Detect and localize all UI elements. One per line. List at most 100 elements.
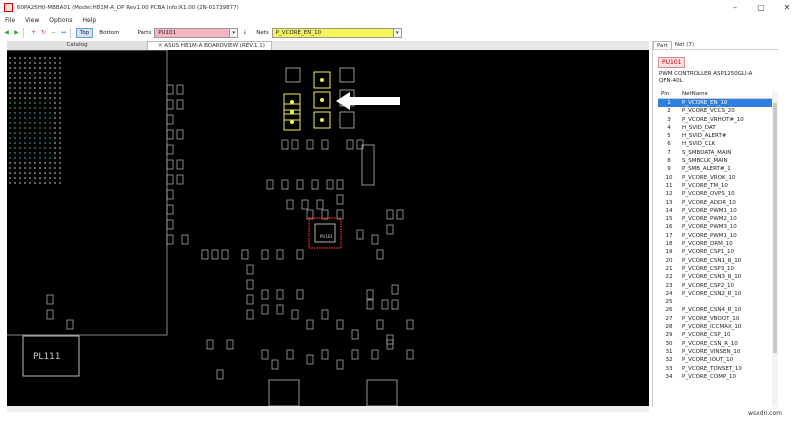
pad-dot <box>59 182 61 184</box>
pin-row[interactable]: 14 P_VCORE_PWM1_10 <box>658 207 772 215</box>
component <box>406 349 414 360</box>
pin-row[interactable]: 5 H_SVID_ALERT# <box>658 132 772 140</box>
pin-row[interactable]: 26 P_VCORE_CSN4_R_10 <box>658 306 772 314</box>
pin-row[interactable]: 1 P_VCORE_EN_10 <box>658 99 772 108</box>
menu-file[interactable]: File <box>0 17 20 24</box>
component <box>291 139 299 150</box>
pad-dot <box>19 82 21 84</box>
pin-row[interactable]: 4 H_SVID_DAT <box>658 124 772 132</box>
pin-row[interactable]: 30 P_VCORE_CSN_R_10 <box>658 340 772 348</box>
pin-row[interactable]: 33 P_VCORE_TONSET_10 <box>658 365 772 373</box>
zoom-in-icon[interactable]: + <box>30 29 37 36</box>
board-outline <box>7 50 168 336</box>
tab-net[interactable]: Net (7) <box>672 41 697 49</box>
pad-dot <box>59 102 61 104</box>
pin-row[interactable]: 11 P_VCORE_TM_10 <box>658 182 772 190</box>
tab-boardview[interactable]: ✕ ASUS H81M-A BOARDVIEW (REV.1.1) <box>147 41 272 50</box>
horizontal-scrollbar[interactable] <box>7 406 649 412</box>
pad-dot <box>24 62 26 64</box>
pad-dot <box>54 82 56 84</box>
pad-dot <box>29 92 31 94</box>
component <box>286 349 294 360</box>
component <box>366 379 398 406</box>
menu-options[interactable]: Options <box>44 17 77 24</box>
tab-close-icon[interactable]: ✕ <box>158 43 163 49</box>
board-view[interactable]: PL111 PU101 <box>7 50 649 406</box>
pin-row[interactable]: 34 P_VCORE_COMP_10 <box>658 373 772 381</box>
pin-row[interactable]: 21 P_VCORE_CSP3_10 <box>658 265 772 273</box>
net-pin <box>320 78 324 82</box>
pin-row[interactable]: 17 P_VCORE_PWM1_10 <box>658 232 772 240</box>
pin-row[interactable]: 27 P_VCORE_VBOOT_10 <box>658 315 772 323</box>
pin-row[interactable]: 10 P_VCORE_VROK_10 <box>658 174 772 182</box>
bottom-side-button[interactable]: Bottom <box>95 28 123 38</box>
fit-icon[interactable]: ↔ <box>60 29 67 36</box>
pad-dot <box>34 67 36 69</box>
back-icon[interactable]: ◀ <box>3 29 10 36</box>
pin-row[interactable]: 2 P_VCORE_VCCS_20 <box>658 107 772 115</box>
nets-input[interactable]: P_VCORE_EN_10 <box>271 27 394 38</box>
component <box>246 294 254 305</box>
pin-net-name: S_SMBDATA_MAIN <box>682 149 732 156</box>
pad-dot <box>44 167 46 169</box>
pin-row[interactable]: 24 P_VCORE_CSN2_R_10 <box>658 290 772 298</box>
maximize-button[interactable]: ▢ <box>748 0 774 15</box>
pad-dot <box>59 147 61 149</box>
pin-row[interactable]: 25 <box>658 298 772 306</box>
pin-row[interactable]: 6 H_SVID_CLK <box>658 140 772 148</box>
pin-row[interactable]: 29 P_VCORE_CSP_10 <box>658 331 772 339</box>
part-panel: Part Net (7) PU101 PWM CONTROLLER ASP125… <box>652 41 778 407</box>
pin-row[interactable]: 3 P_VCORE_VRHOT#_10 <box>658 116 772 124</box>
tab-catalog[interactable]: Catalog <box>7 41 147 50</box>
nets-label: Nets <box>256 29 269 36</box>
pad-dot <box>19 62 21 64</box>
nets-dropdown-icon[interactable]: ▾ <box>393 27 402 38</box>
pin-row[interactable]: 28 P_VCORE_ICCMAX_10 <box>658 323 772 331</box>
column-header-pin[interactable]: Pin <box>658 91 680 98</box>
net-pin <box>290 110 294 114</box>
pin-row[interactable]: 22 P_VCORE_CSN3_R_10 <box>658 273 772 281</box>
pin-row[interactable]: 7 S_SMBDATA_MAIN <box>658 149 772 157</box>
pad-dot <box>19 122 21 124</box>
pin-row[interactable]: 19 P_VCORE_CSP1_10 <box>658 248 772 256</box>
minimize-button[interactable]: – <box>722 0 748 15</box>
column-header-netname[interactable]: NetName <box>680 91 772 98</box>
pin-table: Pin NetName 1 P_VCORE_EN_10 2 P_VCORE_VCCS_… <box>658 91 772 381</box>
rotate-icon[interactable]: ↻ <box>40 29 47 36</box>
close-button[interactable]: ✕ <box>774 0 800 15</box>
pad-dot <box>34 137 36 139</box>
tab-part[interactable]: Part <box>653 41 672 49</box>
scrollbar-thumb[interactable] <box>773 103 777 353</box>
minus-icon[interactable]: − <box>50 29 57 36</box>
forward-icon[interactable]: ▶ <box>13 29 20 36</box>
pad-dot <box>49 137 51 139</box>
component <box>281 139 289 150</box>
pad-dot <box>19 132 21 134</box>
pin-row[interactable]: 15 P_VCORE_PWM2_10 <box>658 215 772 223</box>
pad-dot <box>59 152 61 154</box>
pin-row[interactable]: 18 P_VCORE_DRM_10 <box>658 240 772 248</box>
pin-row[interactable]: 13 P_VCORE_ADDR_10 <box>658 199 772 207</box>
pin-row[interactable]: 9 P_SMB_ALERT#_1 <box>658 165 772 173</box>
menu-view[interactable]: View <box>20 17 44 24</box>
pin-row[interactable]: 31 P_VCORE_VINSEN_10 <box>658 348 772 356</box>
menu-help[interactable]: Help <box>77 17 101 24</box>
pad-dot <box>49 162 51 164</box>
parts-input[interactable]: PU101 <box>154 27 231 38</box>
pin-row[interactable]: 23 P_VCORE_CSP2_10 <box>658 282 772 290</box>
pin-row[interactable]: 32 P_VCORE_IOUT_10 <box>658 356 772 364</box>
pin-row[interactable]: 20 P_VCORE_CSN1_R_10 <box>658 257 772 265</box>
pad-dot <box>59 67 61 69</box>
vertical-scrollbar[interactable] <box>772 91 778 407</box>
top-side-button[interactable]: Top <box>76 27 94 38</box>
pad-dot <box>39 157 41 159</box>
pin-row[interactable]: 8 S_SMBCLK_MAIN <box>658 157 772 165</box>
parts-search-icon[interactable]: ↓ <box>241 29 248 36</box>
pad-dot <box>44 57 46 59</box>
component <box>386 339 394 350</box>
pin-row[interactable]: 16 P_VCORE_PWM3_10 <box>658 223 772 231</box>
pad-dot <box>49 112 51 114</box>
pin-number: 12 <box>665 191 673 198</box>
parts-dropdown-icon[interactable]: ▾ <box>230 27 239 38</box>
pin-row[interactable]: 12 P_VCORE_OVPS_10 <box>658 190 772 198</box>
